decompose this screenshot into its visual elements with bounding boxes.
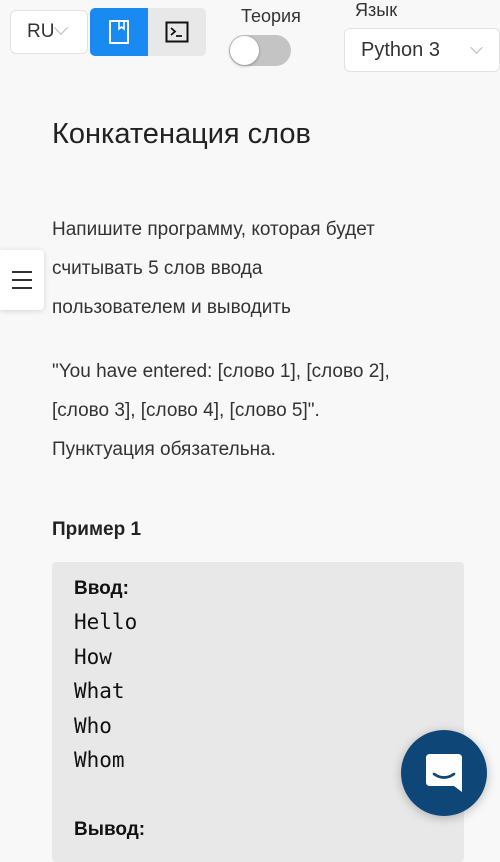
toolbar: RU Теория Язык Python 3: [0, 0, 500, 80]
task-title: Конкатенация слов: [52, 118, 311, 150]
input-line: Hello: [74, 610, 138, 634]
example-box: Ввод: Hello How What Who Whom Вывод:: [52, 562, 464, 862]
view-mode-switch: [90, 8, 206, 56]
format-line: Пунктуация обязательна.: [52, 439, 276, 460]
console-mode-button[interactable]: [148, 8, 206, 56]
hamburger-icon-bar: [12, 271, 32, 273]
description-line: пользователем и выводить: [52, 297, 291, 318]
hamburger-icon-bar: [12, 279, 32, 281]
task-description: Напишите программу, которая будет считыв…: [52, 210, 472, 327]
book-icon: [109, 20, 129, 44]
chevron-down-icon: [470, 41, 483, 54]
language-select[interactable]: Python 3: [344, 28, 500, 72]
input-label: Ввод:: [74, 578, 129, 599]
language-label: Язык: [355, 0, 398, 20]
theory-label: Теория: [241, 6, 301, 26]
description-mode-button[interactable]: [90, 8, 148, 56]
output-label: Вывод:: [74, 819, 146, 840]
input-line: Whom: [74, 748, 125, 772]
toggle-knob: [230, 36, 259, 65]
input-line: Who: [74, 714, 112, 738]
example-title: Пример 1: [52, 519, 142, 540]
input-line: What: [74, 679, 125, 703]
format-line: "You have entered: [слово 1], [слово 2],: [52, 361, 390, 382]
theory-toggle[interactable]: [229, 35, 291, 66]
hamburger-icon-bar: [12, 287, 32, 289]
menu-button[interactable]: [0, 250, 44, 310]
input-line: How: [74, 645, 112, 669]
terminal-icon: [165, 21, 189, 43]
output-format: "You have entered: [слово 1], [слово 2],…: [52, 352, 472, 469]
locale-select[interactable]: RU: [10, 10, 88, 54]
chevron-down-icon: [54, 20, 69, 35]
language-value: Python 3: [361, 38, 440, 61]
description-line: Напишите программу, которая будет: [52, 219, 375, 240]
chat-button[interactable]: [401, 730, 487, 816]
description-line: считывать 5 слов ввода: [52, 258, 263, 279]
locale-value: RU: [27, 21, 55, 42]
format-line: [слово 3], [слово 4], [слово 5]".: [52, 400, 320, 421]
chat-icon: [426, 754, 462, 792]
